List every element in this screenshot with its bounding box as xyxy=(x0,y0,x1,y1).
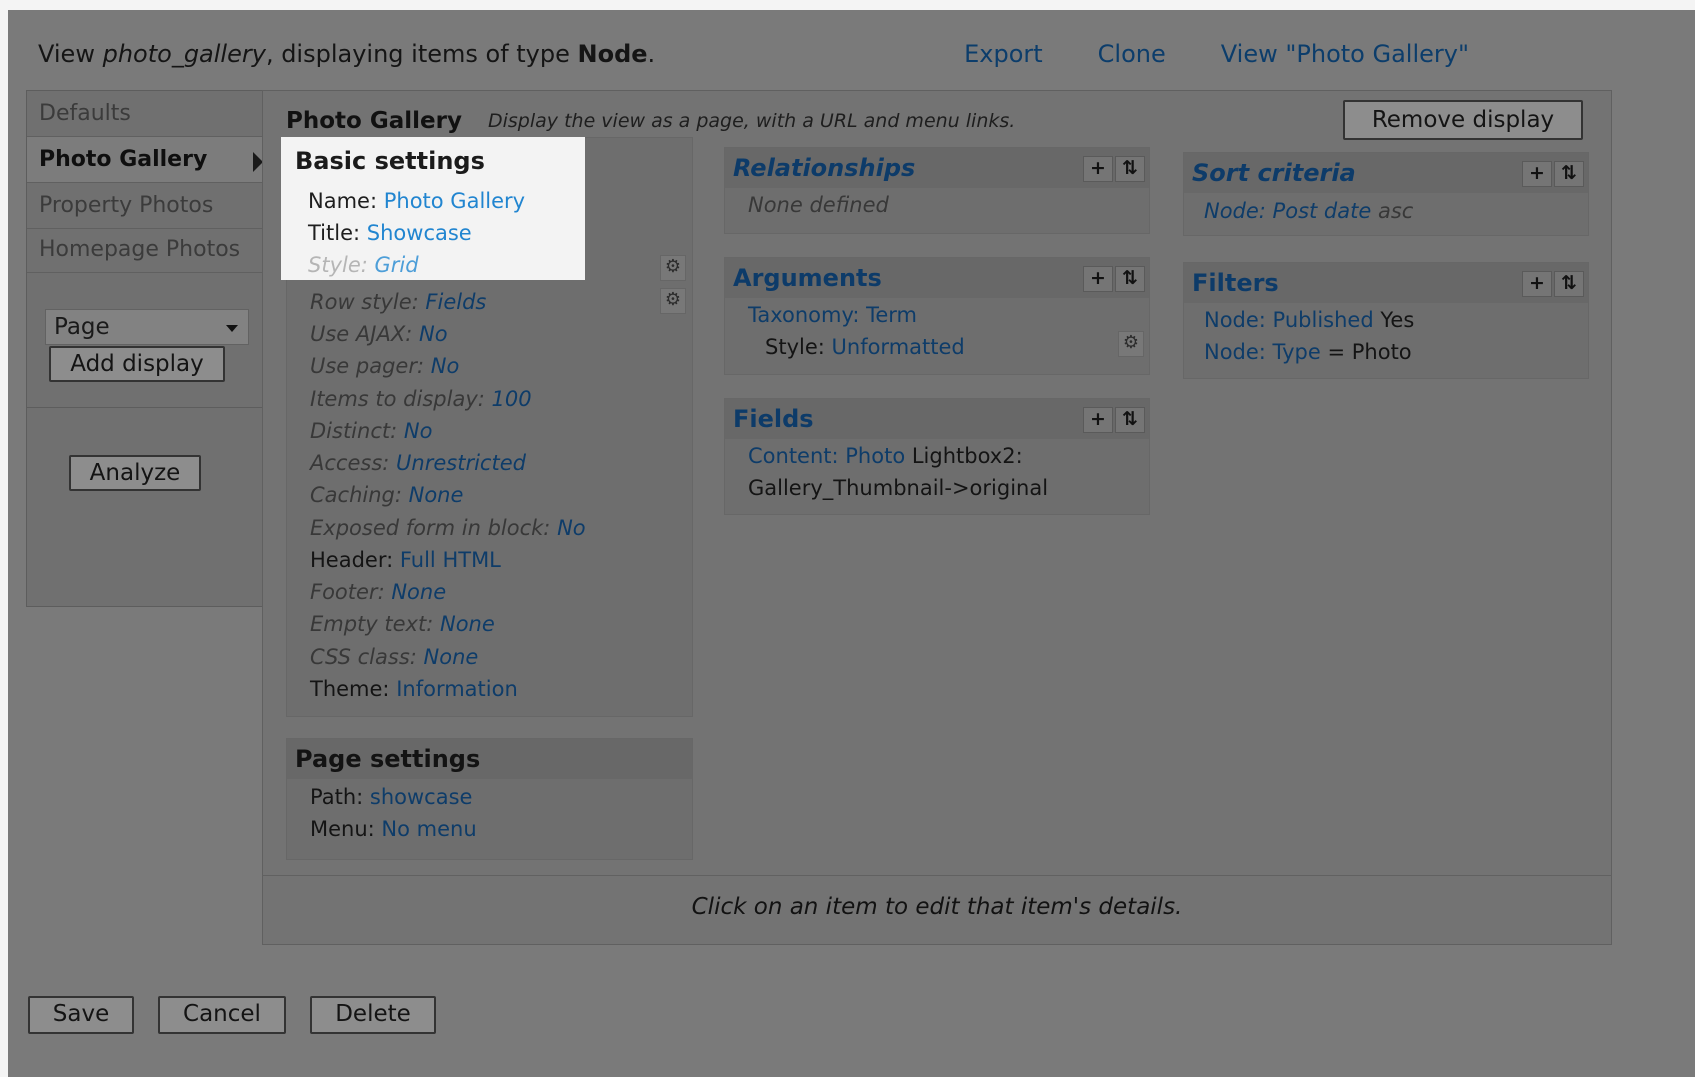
details-footer: Click on an item to edit that item's det… xyxy=(262,875,1612,946)
export-link[interactable]: Export xyxy=(964,40,1043,68)
page-settings-heading: Page settings xyxy=(287,739,692,779)
view-links: Export Clone View "Photo Gallery" xyxy=(964,40,1469,68)
sort-item[interactable]: Node: Post date asc xyxy=(1204,199,1413,223)
basic-settings-highlight: Basic settings Name: Photo Gallery Title… xyxy=(281,137,585,280)
chevron-down-icon xyxy=(226,325,238,332)
add-icon[interactable]: + xyxy=(1083,407,1113,433)
add-icon[interactable]: + xyxy=(1522,271,1552,297)
view-summary: View photo_gallery, displaying items of … xyxy=(38,40,656,68)
setting-caching[interactable]: Caching: None xyxy=(310,483,463,507)
argument-style[interactable]: Style: Unformatted xyxy=(765,335,965,359)
add-icon[interactable]: + xyxy=(1083,156,1113,182)
save-button[interactable]: Save xyxy=(28,996,134,1034)
basic-settings-heading: Basic settings xyxy=(295,147,485,175)
tab-property-photos[interactable]: Property Photos xyxy=(27,183,265,229)
display-description: Display the view as a page, with a URL a… xyxy=(488,110,1016,132)
cancel-button[interactable]: Cancel xyxy=(158,996,286,1034)
tab-homepage-photos[interactable]: Homepage Photos xyxy=(27,227,265,273)
sort-criteria-box: Sort criteria + ⇅ xyxy=(1183,152,1589,236)
edit-hint: Click on an item to edit that item's det… xyxy=(691,894,1183,920)
rearrange-icon[interactable]: ⇅ xyxy=(1115,407,1145,433)
setting-footer[interactable]: Footer: None xyxy=(310,580,446,604)
filter-type[interactable]: Node: Type = Photo xyxy=(1204,340,1412,364)
rearrange-icon[interactable]: ⇅ xyxy=(1554,271,1584,297)
setting-header[interactable]: Header: Full HTML xyxy=(310,548,501,572)
setting-items-to-display[interactable]: Items to display: 100 xyxy=(310,387,532,411)
relationships-box: Relationships + ⇅ xyxy=(724,147,1150,234)
setting-style[interactable]: Style: Grid xyxy=(308,253,419,277)
rearrange-icon[interactable]: ⇅ xyxy=(1554,161,1584,187)
analyze-button[interactable]: Analyze xyxy=(69,455,201,491)
setting-theme[interactable]: Theme: Information xyxy=(310,677,518,701)
field-item[interactable]: Content: Photo Lightbox2: xyxy=(748,444,1023,468)
tab-defaults[interactable]: Defaults xyxy=(27,91,265,137)
setting-path[interactable]: Path: showcase xyxy=(310,785,472,809)
gear-icon[interactable]: ⚙ xyxy=(660,288,686,314)
setting-row-style[interactable]: Row style: Fields xyxy=(310,290,486,314)
gear-icon[interactable]: ⚙ xyxy=(1118,331,1144,357)
add-display-button[interactable]: Add display xyxy=(49,346,225,382)
setting-css-class[interactable]: CSS class: None xyxy=(310,645,478,669)
setting-use-pager[interactable]: Use pager: No xyxy=(310,354,459,378)
view-page-link[interactable]: View "Photo Gallery" xyxy=(1221,40,1469,68)
delete-button[interactable]: Delete xyxy=(310,996,436,1034)
view-machine-name: photo_gallery xyxy=(102,40,266,68)
rearrange-icon[interactable]: ⇅ xyxy=(1115,156,1145,182)
setting-menu[interactable]: Menu: No menu xyxy=(310,817,477,841)
argument-item[interactable]: Taxonomy: Term xyxy=(748,303,917,327)
tab-label: Photo Gallery xyxy=(39,147,208,172)
add-icon[interactable]: + xyxy=(1083,266,1113,292)
gear-icon[interactable]: ⚙ xyxy=(660,255,686,281)
display-type-select[interactable]: Page xyxy=(45,309,249,345)
setting-exposed-form[interactable]: Exposed form in block: No xyxy=(310,516,586,540)
view-type: Node xyxy=(577,40,648,68)
setting-empty-text[interactable]: Empty text: None xyxy=(310,612,495,636)
add-icon[interactable]: + xyxy=(1522,161,1552,187)
setting-name[interactable]: Name: Photo Gallery xyxy=(308,189,525,213)
field-item-formatter[interactable]: Gallery_Thumbnail->original xyxy=(748,476,1048,500)
filter-published[interactable]: Node: Published Yes xyxy=(1204,308,1414,332)
setting-use-ajax[interactable]: Use AJAX: No xyxy=(310,322,448,346)
setting-title[interactable]: Title: Showcase xyxy=(308,221,472,245)
rearrange-icon[interactable]: ⇅ xyxy=(1115,266,1145,292)
relationships-empty: None defined xyxy=(748,193,889,217)
display-title: Photo Gallery xyxy=(286,108,462,134)
tab-photo-gallery[interactable]: Photo Gallery xyxy=(27,137,265,183)
divider xyxy=(27,407,265,408)
display-tabs: Defaults Photo Gallery Property Photos H… xyxy=(26,90,266,607)
clone-link[interactable]: Clone xyxy=(1098,40,1166,68)
remove-display-button[interactable]: Remove display xyxy=(1343,100,1583,140)
setting-distinct[interactable]: Distinct: No xyxy=(310,419,432,443)
setting-access[interactable]: Access: Unrestricted xyxy=(310,451,526,475)
